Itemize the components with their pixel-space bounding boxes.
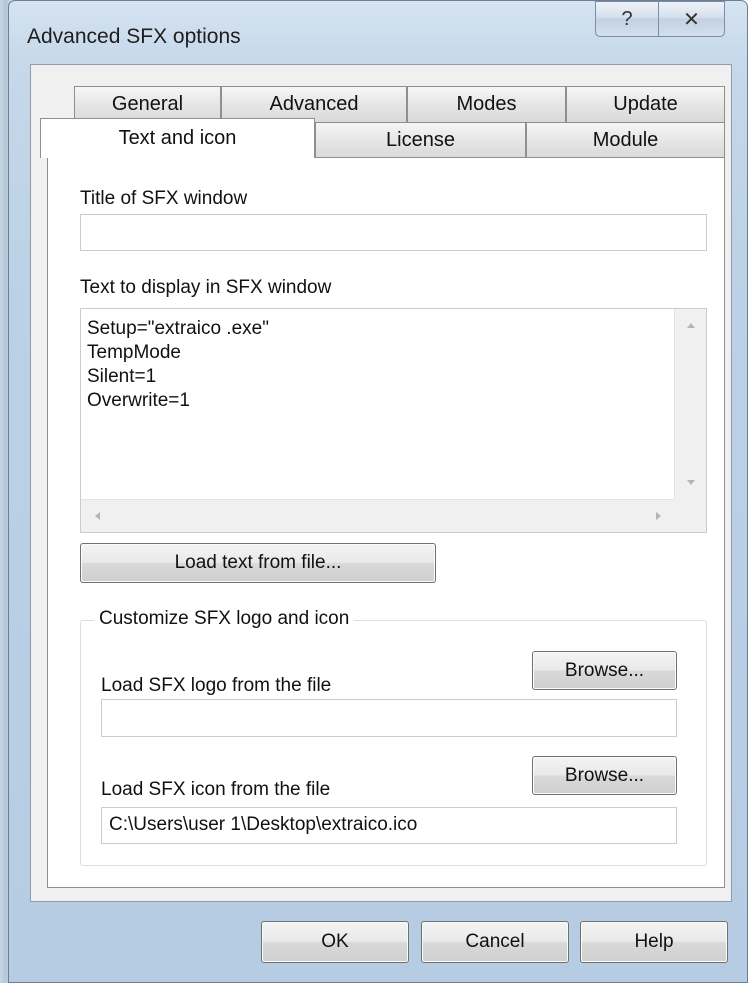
tab-update[interactable]: Update [566, 86, 725, 122]
question-mark-icon: ? [621, 7, 633, 30]
tab-panel-text-and-icon: Title of SFX window Text to display in S… [47, 157, 725, 888]
tab-label: Advanced [269, 93, 359, 115]
tab-modes[interactable]: Modes [407, 86, 566, 122]
dialog-window: Advanced SFX options ? ✕ General Advance… [8, 0, 748, 983]
tab-text-and-icon[interactable]: Text and icon [40, 118, 315, 158]
tab-advanced[interactable]: Advanced [221, 86, 407, 122]
text-field-label: Text to display in SFX window [80, 277, 332, 298]
caption-buttons: ? ✕ [595, 1, 725, 37]
horizontal-scrollbar[interactable] [81, 499, 675, 532]
memo-line: Setup="extraico .exe" [87, 318, 269, 339]
memo-line: Overwrite=1 [87, 390, 190, 411]
customize-logo-icon-group: Customize SFX logo and icon Load SFX log… [80, 608, 707, 866]
scrollbar-corner [674, 499, 706, 532]
logo-file-input[interactable] [101, 699, 677, 737]
group-title: Customize SFX logo and icon [94, 608, 355, 630]
browse-logo-button[interactable]: Browse... [532, 651, 677, 690]
browse-icon-button[interactable]: Browse... [532, 756, 677, 795]
window-title: Advanced SFX options [27, 25, 241, 48]
memo-content: Setup="extraico .exe" TempMode Silent=1 … [87, 317, 269, 413]
memo-line: Silent=1 [87, 366, 157, 387]
memo-line: TempMode [87, 342, 181, 363]
help-caption-button[interactable]: ? [595, 1, 659, 37]
title-bar: Advanced SFX options ? ✕ [9, 1, 747, 71]
tab-module[interactable]: Module [526, 122, 725, 158]
tab-label: Modes [456, 93, 517, 115]
sfx-title-input[interactable] [80, 214, 707, 251]
tab-label: Text and icon [118, 127, 237, 149]
icon-file-input[interactable]: C:\Users\user 1\Desktop\extraico.ico [101, 807, 677, 844]
title-field-label: Title of SFX window [80, 188, 248, 209]
ok-button[interactable]: OK [261, 921, 409, 963]
scroll-left-arrow-icon[interactable] [95, 512, 100, 520]
tab-general[interactable]: General [74, 86, 221, 122]
cancel-button[interactable]: Cancel [421, 921, 569, 963]
tab-label: License [386, 129, 455, 151]
logo-file-label: Load SFX logo from the file [101, 675, 332, 696]
scroll-down-arrow-icon[interactable] [687, 480, 695, 485]
tab-label: Update [613, 93, 678, 115]
vertical-scrollbar[interactable] [674, 309, 706, 499]
scroll-right-arrow-icon[interactable] [656, 512, 661, 520]
dialog-client-area: General Advanced Modes Update Text and i… [30, 64, 732, 902]
scroll-up-arrow-icon[interactable] [687, 323, 695, 328]
help-button[interactable]: Help [580, 921, 728, 963]
icon-file-label: Load SFX icon from the file [101, 779, 331, 800]
sfx-text-memo[interactable]: Setup="extraico .exe" TempMode Silent=1 … [80, 308, 707, 533]
close-caption-button[interactable]: ✕ [659, 1, 725, 37]
tab-label: Module [592, 129, 659, 151]
load-text-from-file-button[interactable]: Load text from file... [80, 543, 436, 583]
tab-license[interactable]: License [315, 122, 526, 158]
tab-label: General [111, 93, 184, 115]
close-icon: ✕ [683, 8, 700, 31]
